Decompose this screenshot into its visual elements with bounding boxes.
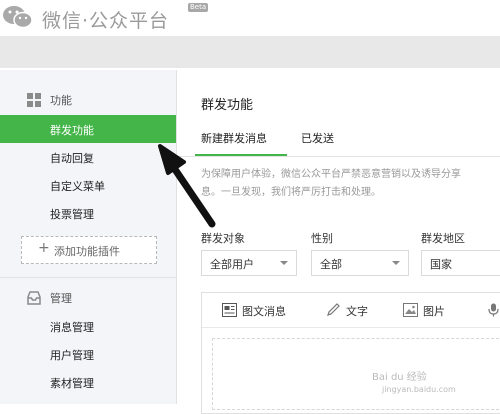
plus-icon: + bbox=[38, 240, 50, 256]
tool-image[interactable]: 图片 bbox=[403, 302, 453, 318]
sidebar-item-material-management[interactable]: 素材管理 bbox=[0, 368, 176, 396]
gender-select-value: 全部 bbox=[320, 258, 342, 271]
tool-news-label: 图文消息 bbox=[242, 305, 286, 318]
sidebar-item-message-management[interactable]: 消息管理 bbox=[0, 312, 176, 340]
nav-band bbox=[0, 36, 500, 68]
main-panel: 群发功能 新建群发消息 已发送 为保障用户体验，微信公众平台严禁恶意营销以及诱导… bbox=[177, 70, 500, 414]
platform-title: 微信·公众平台 bbox=[42, 10, 170, 32]
sidebar-item-user-management[interactable]: 用户管理 bbox=[0, 340, 176, 368]
news-icon bbox=[222, 303, 237, 317]
chevron-down-icon bbox=[280, 261, 288, 265]
microphone-icon bbox=[488, 303, 499, 317]
tabs-divider bbox=[177, 156, 500, 157]
tab-sent[interactable]: 已发送 bbox=[301, 130, 334, 146]
tool-image-label: 图片 bbox=[423, 305, 445, 318]
sidebar-section-label: 管理 bbox=[50, 292, 72, 305]
baidu-watermark: Bai du 经验 bbox=[372, 372, 427, 383]
top-bar: 微信·公众平台 Beta bbox=[0, 0, 500, 36]
wechat-logo-icon[interactable] bbox=[0, 2, 36, 32]
page-title: 群发功能 bbox=[201, 98, 254, 113]
notice-line-1: 为保障用户体验，微信公众平台严禁恶意营销以及诱导分享 bbox=[201, 169, 461, 180]
beta-badge: Beta bbox=[188, 3, 209, 12]
tool-text-label: 文字 bbox=[346, 305, 368, 318]
sidebar-item-label: 群发功能 bbox=[50, 124, 94, 137]
inbox-icon bbox=[27, 291, 41, 305]
annotation-arrow-icon bbox=[158, 144, 216, 228]
tool-news[interactable]: 图文消息 bbox=[222, 302, 302, 318]
target-label: 群发对象 bbox=[201, 232, 245, 245]
region-select[interactable]: 国家 bbox=[421, 250, 500, 276]
notice-text: 为保障用户体验，微信公众平台严禁恶意营销以及诱导分享 息。一旦发现，我们将严厉打… bbox=[201, 166, 500, 202]
sidebar-section-management: 管理 bbox=[0, 284, 176, 312]
sidebar-divider bbox=[0, 277, 176, 278]
target-select-value: 全部用户 bbox=[210, 258, 254, 271]
add-plugin-button[interactable]: + 添加功能插件 bbox=[21, 236, 157, 264]
sidebar-section-function: 功能 bbox=[0, 86, 176, 114]
sidebar-item-mass-send[interactable]: 群发功能 bbox=[0, 115, 176, 143]
region-select-value: 国家 bbox=[430, 258, 452, 271]
tool-text[interactable]: 文字 bbox=[326, 302, 376, 318]
image-icon bbox=[403, 303, 418, 317]
target-select[interactable]: 全部用户 bbox=[201, 250, 297, 276]
sidebar-item-label: 自定义菜单 bbox=[50, 180, 105, 193]
sidebar-section-label: 功能 bbox=[50, 94, 72, 107]
sidebar-item-label: 投票管理 bbox=[50, 208, 94, 221]
grid-icon bbox=[27, 93, 41, 107]
sidebar-item-label: 消息管理 bbox=[50, 321, 94, 334]
notice-line-2: 息。一旦发现，我们将严厉打击和处理。 bbox=[201, 187, 381, 198]
tool-voice[interactable] bbox=[486, 302, 500, 318]
baidu-watermark-url: jingyan.baidu.com bbox=[382, 385, 456, 394]
editor-dropzone bbox=[212, 338, 500, 410]
sidebar-item-label: 自动回复 bbox=[50, 152, 94, 165]
sidebar-item-label: 素材管理 bbox=[50, 377, 94, 390]
gender-select[interactable]: 全部 bbox=[311, 250, 409, 276]
gender-label: 性别 bbox=[311, 232, 333, 245]
editor-content-area[interactable] bbox=[202, 327, 500, 414]
sidebar: 功能 群发功能 自动回复 自定义菜单 投票管理 + 添加功能插件 管理 消息管理… bbox=[0, 70, 177, 404]
chevron-down-icon bbox=[392, 261, 400, 265]
pencil-icon bbox=[327, 303, 340, 316]
message-editor: 图文消息 文字 图片 bbox=[201, 292, 500, 414]
add-plugin-label: 添加功能插件 bbox=[54, 245, 120, 258]
region-label: 群发地区 bbox=[421, 232, 465, 245]
sidebar-item-label: 用户管理 bbox=[50, 349, 94, 362]
